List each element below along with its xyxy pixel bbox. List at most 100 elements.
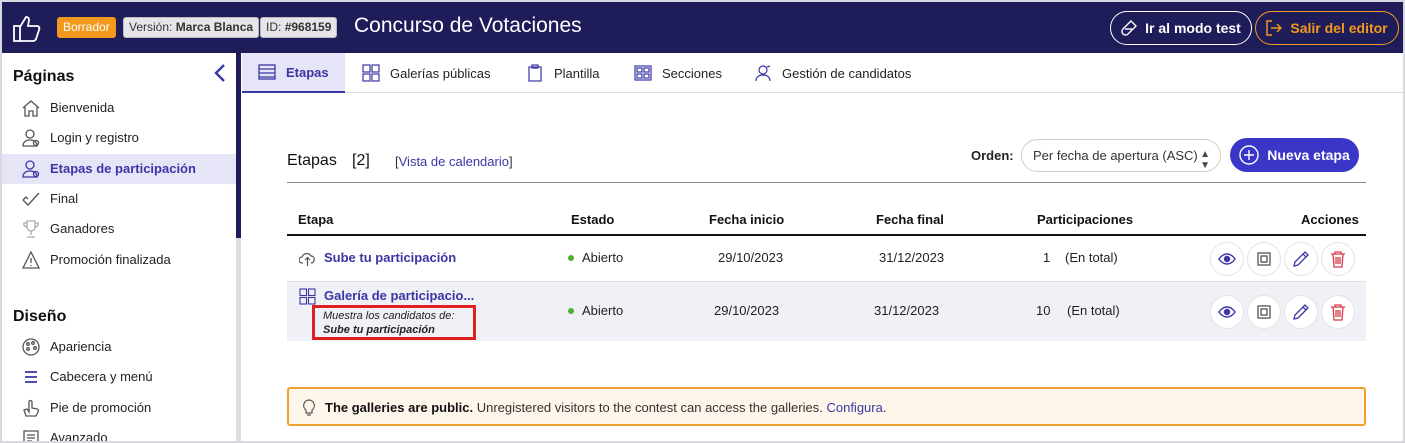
calendar-view-link[interactable]: Vista de calendario: [399, 154, 509, 169]
thumbs-up-icon[interactable]: [12, 13, 42, 43]
tab-label: Etapas: [286, 64, 329, 80]
sidebar-item-login[interactable]: Login y registro: [2, 123, 236, 153]
participation-note: (En total): [1065, 250, 1118, 265]
version-badge: Versión: Marca Blanca: [123, 17, 260, 38]
sidebar-item-label: Login y registro: [50, 130, 139, 145]
duplicate-button[interactable]: [1247, 295, 1281, 329]
exit-icon: [1266, 20, 1283, 36]
divider: [287, 182, 1366, 183]
sidebar-item-bienvenida[interactable]: Bienvenida: [2, 93, 236, 123]
sidebar-item-label: Final: [50, 191, 79, 206]
test-mode-label: Ir al modo test: [1145, 20, 1241, 36]
note-prefix: Muestra los candidatos de:: [323, 310, 455, 322]
sidebar-item-pie[interactable]: Pie de promoción: [2, 393, 236, 423]
col-fecha-final: Fecha final: [876, 212, 944, 227]
status-text: Abierto: [582, 303, 624, 318]
col-estado: Estado: [571, 212, 615, 227]
list-icon: [258, 64, 276, 80]
alert-text: Unregistered visitors to the contest can…: [473, 400, 827, 415]
sidebar-item-label: Promoción finalizada: [50, 252, 171, 267]
warning-icon: [22, 251, 40, 269]
sidebar-item-label: Bienvenida: [50, 100, 115, 115]
tab-secciones[interactable]: Secciones: [634, 53, 722, 93]
clipboard-icon: [528, 64, 542, 82]
tab-etapas[interactable]: Etapas: [242, 53, 345, 93]
delete-button[interactable]: [1321, 242, 1355, 276]
sidebar-item-avanzado[interactable]: Avanzado: [2, 423, 236, 441]
sidebar-scrollbar-thumb[interactable]: [236, 53, 241, 238]
sidebar: Páginas Bienvenida Login y registro Etap…: [2, 53, 236, 441]
stages-count: [2]: [352, 152, 370, 169]
alert-end: .: [882, 400, 887, 415]
id-label: ID:: [266, 20, 282, 34]
collapse-sidebar-icon[interactable]: [212, 63, 228, 83]
table-header-divider: [287, 234, 1366, 236]
view-button[interactable]: [1210, 242, 1244, 276]
flask-icon: [1121, 20, 1138, 36]
tab-label: Galerías públicas: [390, 65, 491, 81]
version-value: Marca Blanca: [175, 20, 254, 34]
sidebar-scrollbar-track[interactable]: [236, 238, 241, 441]
duplicate-button[interactable]: [1247, 242, 1281, 276]
pages-heading: Páginas: [13, 68, 75, 85]
sidebar-item-label: Pie de promoción: [50, 400, 152, 415]
menu-icon: [25, 371, 37, 383]
view-button[interactable]: [1210, 295, 1244, 329]
tab-label: Secciones: [662, 65, 722, 81]
end-date: 31/12/2023: [879, 250, 945, 265]
user-stages-icon: [22, 160, 40, 178]
lightbulb-icon: [303, 399, 315, 416]
col-acciones: Acciones: [1301, 212, 1359, 227]
sidebar-item-label: Apariencia: [50, 339, 112, 354]
sidebar-item-final[interactable]: Final: [2, 184, 236, 214]
order-select-value: Per fecha de apertura (ASC): [1033, 148, 1198, 163]
tab-label: Gestión de candidatos: [782, 65, 912, 81]
check-icon: [22, 192, 40, 206]
sidebar-item-apariencia[interactable]: Apariencia: [2, 332, 236, 362]
calendar-bracket-close: ]: [508, 154, 513, 169]
start-date: 29/10/2023: [714, 303, 780, 318]
tab-plantilla[interactable]: Plantilla: [526, 53, 600, 93]
id-value: #968159: [284, 20, 332, 34]
new-stage-button[interactable]: Nueva etapa: [1230, 138, 1359, 172]
end-date: 31/12/2023: [874, 303, 940, 318]
sidebar-item-ganadores[interactable]: Ganadores: [2, 214, 236, 244]
configure-link[interactable]: Configura: [826, 400, 882, 415]
hand-icon: [23, 399, 40, 417]
cloud-upload-icon: [299, 253, 315, 266]
participation-count: 10: [1036, 303, 1051, 318]
status-badge: Abierto: [568, 303, 623, 318]
col-fecha-inicio: Fecha inicio: [709, 212, 785, 227]
trophy-icon: [23, 220, 39, 238]
stage-link[interactable]: Galería de participacio...: [324, 288, 474, 303]
exit-editor-label: Salir del editor: [1290, 20, 1388, 36]
edit-button[interactable]: [1284, 242, 1318, 276]
tab-bar: Etapas Galerías públicas Plantilla Secci…: [242, 53, 1403, 93]
exit-editor-button[interactable]: Salir del editor: [1255, 11, 1399, 45]
sidebar-item-promocion-finalizada[interactable]: Promoción finalizada: [2, 245, 236, 275]
draft-badge: Borrador: [57, 17, 116, 38]
contest-title: Concurso de Votaciones: [354, 14, 582, 37]
source-stage-note: Muestra los candidatos de: Sube tu parti…: [312, 305, 476, 340]
eye-icon: [1218, 306, 1236, 318]
version-label: Versión:: [129, 20, 173, 34]
order-label: Orden:: [971, 148, 1014, 163]
copy-icon: [1257, 252, 1271, 266]
edit-button[interactable]: [1284, 295, 1318, 329]
select-caret-icon: ▲ ▼: [1200, 149, 1210, 171]
pencil-icon: [1293, 304, 1309, 320]
user-login-icon: [22, 129, 40, 147]
stage-link[interactable]: Sube tu participación: [324, 250, 456, 265]
note-value: Sube tu participación: [323, 324, 435, 336]
plus-circle-icon: [1239, 145, 1259, 165]
test-mode-button[interactable]: Ir al modo test: [1110, 11, 1252, 45]
id-badge: ID: #968159: [260, 17, 338, 38]
sidebar-item-label: Cabecera y menú: [50, 369, 153, 384]
order-select[interactable]: Per fecha de apertura (ASC) ▲ ▼: [1021, 139, 1221, 172]
delete-button[interactable]: [1321, 295, 1355, 329]
participation-count: 1: [1043, 250, 1051, 265]
sidebar-item-etapas[interactable]: Etapas de participación: [2, 154, 236, 184]
tab-gestion-candidatos[interactable]: Gestión de candidatos: [754, 53, 911, 93]
sidebar-item-cabecera[interactable]: Cabecera y menú: [2, 362, 236, 392]
tab-galerias[interactable]: Galerías públicas: [362, 53, 490, 93]
